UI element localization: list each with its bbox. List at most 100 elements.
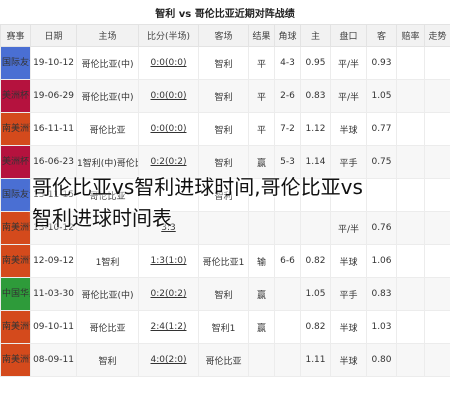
col-header-away[interactable]: 客场 (198, 24, 249, 47)
table-row[interactable]: 美洲杯16-06-231智利(中)哥伦比亚0:2(0:2)智利赢5-31.14平… (0, 145, 450, 179)
col-header-home[interactable]: 主场 (76, 24, 139, 47)
odds-cell (396, 178, 425, 212)
table-row[interactable]: 南美洲预选09-10-11哥伦比亚2:4(1:2)智利1赢 0.82半球1.03 (0, 310, 450, 344)
score-link[interactable]: 1:3(1:0) (138, 244, 199, 278)
away-team-cell: 智利1 (198, 310, 249, 344)
home-odds-cell: 1.14 (300, 145, 331, 179)
date-cell: 16-11-11 (30, 112, 77, 146)
table-row[interactable]: 中国华夏幸福杯11-03-30哥伦比亚(中)0:2(0:2)智利赢 1.05平手0… (0, 277, 450, 311)
corners-cell (274, 277, 301, 311)
away-team-cell: 智利 (198, 46, 249, 80)
result-cell: 平 (248, 112, 275, 146)
score-link[interactable]: 0:0(0:0) (138, 46, 199, 80)
home-team-cell: 1智利 (76, 244, 139, 278)
col-header-handicap[interactable]: 盘口 (330, 24, 367, 47)
home-odds-cell: 1.11 (300, 343, 331, 377)
odds-cell (396, 343, 425, 377)
league-cell: 南美洲预选 (0, 310, 31, 344)
away-odds-cell: 1.05 (366, 79, 397, 113)
home-team-cell: 哥伦比亚(中) (76, 79, 139, 113)
history-table: 赛事 日期 主场 比分(半场) 客场 结果 角球 主 盘口 客 赔率 走势 国际… (0, 24, 450, 377)
home-team-cell: 哥伦比亚 (76, 178, 139, 212)
handicap-cell: 平/半 (330, 46, 367, 80)
date-cell: 08-09-11 (30, 343, 77, 377)
col-header-odds[interactable]: 赔率 (396, 24, 425, 47)
odds-cell (396, 277, 425, 311)
table-row[interactable]: 美洲杯 19-06-29 哥伦比亚(中) 0:0(0:0) 智利平 2-6 0.83 平/半 1… (0, 79, 450, 113)
col-header-home-odds[interactable]: 主 (300, 24, 331, 47)
score-link[interactable]: 0:0(0:0) (138, 112, 199, 146)
home-team-cell: 1智利(中)哥伦比亚 (76, 145, 139, 179)
trend-cell (424, 343, 450, 377)
col-header-date[interactable]: 日期 (30, 24, 77, 47)
corners-cell: 4-3 (274, 46, 301, 80)
col-header-trend[interactable]: 走势 (424, 24, 450, 47)
home-odds-cell: 0.83 (300, 79, 331, 113)
col-header-corners[interactable]: 角球 (274, 24, 301, 47)
score-link[interactable]: 3:3 (138, 211, 199, 245)
corners-cell (274, 310, 301, 344)
table-row[interactable]: 南美洲预选13-10-12 3:3 平/半0.76 (0, 211, 450, 245)
score-link[interactable]: 0:0(0:0) (138, 79, 199, 113)
table-row[interactable]: 南美洲预选16-11-11哥伦比亚0:0(0:0)智利平7-21.12半球0.7… (0, 112, 450, 146)
table-row[interactable]: 南美洲预选12-09-121智利1:3(1:0)哥伦比亚1输6-60.82半球1… (0, 244, 450, 278)
table-row[interactable]: 国际友谊19-10-12哥伦比亚(中)0:0(0:0)智利平4-30.95平/半… (0, 46, 450, 80)
col-header-score[interactable]: 比分(半场) (138, 24, 199, 47)
trend-cell (424, 112, 450, 146)
odds-cell (396, 79, 425, 113)
col-header-league[interactable]: 赛事 (0, 24, 31, 47)
home-team-cell: 智利 (76, 343, 139, 377)
col-header-away-odds[interactable]: 客 (366, 24, 397, 47)
corners-cell (274, 178, 301, 212)
odds-cell (396, 46, 425, 80)
date-cell: 19-10-12 (30, 46, 77, 80)
home-team-cell: 哥伦比亚(中) (76, 277, 139, 311)
table-row[interactable]: 南美洲预选08-09-11智利4:0(2:0)哥伦比亚 1.11半球0.80 (0, 343, 450, 377)
handicap-cell: 半球 (330, 244, 367, 278)
away-team-cell: 智利 (198, 277, 249, 311)
score-link[interactable]: 4:0(2:0) (138, 343, 199, 377)
home-odds-cell: 0.82 (300, 244, 331, 278)
away-team-cell: 哥伦比亚1 (198, 244, 249, 278)
table-row[interactable]: 国际友谊13-11-15哥伦比亚 智利 (0, 178, 450, 212)
result-cell (248, 211, 275, 245)
date-cell: 11-03-30 (30, 277, 77, 311)
result-cell: 赢 (248, 310, 275, 344)
corners-cell: 7-2 (274, 112, 301, 146)
col-header-result[interactable]: 结果 (248, 24, 275, 47)
date-cell: 19-06-29 (30, 79, 77, 113)
result-cell (248, 178, 275, 212)
league-cell: 南美洲预选 (0, 343, 31, 377)
league-cell: 南美洲预选 (0, 244, 31, 278)
away-odds-cell (366, 178, 397, 212)
result-cell: 赢 (248, 277, 275, 311)
handicap-cell: 半球 (330, 343, 367, 377)
score-link[interactable]: 0:2(0:2) (138, 277, 199, 311)
away-team-cell: 智利 (198, 145, 249, 179)
away-team-cell: 智利 (198, 178, 249, 212)
away-odds-cell: 0.76 (366, 211, 397, 245)
trend-cell (424, 211, 450, 245)
away-team-cell: 智利 (198, 79, 249, 113)
away-odds-cell: 0.77 (366, 112, 397, 146)
home-odds-cell: 0.82 (300, 310, 331, 344)
trend-cell (424, 79, 450, 113)
score-link[interactable] (138, 178, 199, 212)
result-cell: 平 (248, 46, 275, 80)
screenshot-frame: 智利 vs 哥伦比亚近期对阵战绩 赛事 日期 主场 比分(半场) 客场 结果 角… (0, 0, 450, 400)
trend-cell (424, 178, 450, 212)
handicap-cell: 平/半 (330, 211, 367, 245)
result-cell: 赢 (248, 145, 275, 179)
odds-cell (396, 244, 425, 278)
corners-cell: 6-6 (274, 244, 301, 278)
date-cell: 16-06-23 (30, 145, 77, 179)
result-cell: 平 (248, 79, 275, 113)
league-cell: 南美洲预选 (0, 211, 31, 245)
corners-cell (274, 211, 301, 245)
score-link[interactable]: 2:4(1:2) (138, 310, 199, 344)
score-link[interactable]: 0:2(0:2) (138, 145, 199, 179)
home-team-cell: 哥伦比亚 (76, 112, 139, 146)
trend-cell (424, 277, 450, 311)
odds-cell (396, 145, 425, 179)
home-odds-cell (300, 211, 331, 245)
